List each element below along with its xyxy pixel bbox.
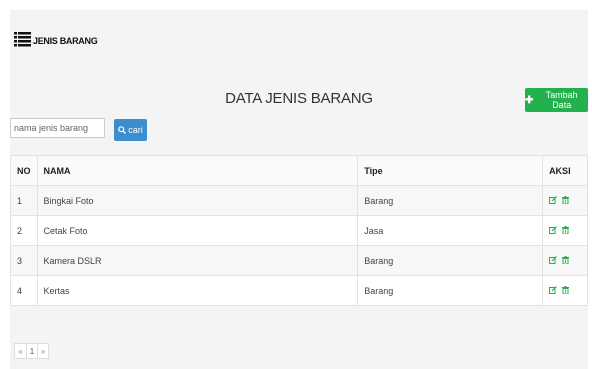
table-row: 1 Bingkai Foto Barang [10,185,588,216]
add-data-button[interactable]: ✚ Tambah Data [525,88,588,112]
trash-icon[interactable] [562,195,570,204]
cell-nama: Cetak Foto [36,215,359,246]
cell-nama: Bingkai Foto [36,185,359,216]
trash-icon[interactable] [562,225,570,234]
cell-tipe: Jasa [357,215,544,246]
cell-aksi [542,215,588,246]
column-header-nama: NAMA [36,155,359,186]
plus-icon: ✚ [525,94,534,106]
header-title: JENIS BARANG [33,36,98,46]
pagination-next[interactable]: » [37,344,48,358]
column-header-tipe: Tipe [357,155,544,186]
cell-tipe: Barang [357,185,544,216]
add-data-label: Tambah Data [545,90,578,110]
table-header-row: NO NAMA Tipe AKSI [10,155,588,186]
column-header-aksi: AKSI [542,155,588,186]
edit-icon[interactable] [549,285,557,294]
pagination-page-1[interactable]: 1 [26,344,37,358]
cell-no: 1 [10,185,38,216]
page-title: DATA JENIS BARANG [225,90,373,107]
table-row: 2 Cetak Foto Jasa [10,215,588,246]
cell-aksi [542,245,588,276]
search-button[interactable]: cari [114,119,147,141]
pagination: « 1 » [14,343,49,359]
cell-aksi [542,185,588,216]
search-input[interactable] [10,118,105,138]
search-button-label: cari [128,125,143,135]
cell-nama: Kertas [36,275,359,306]
cell-tipe: Barang [357,275,544,306]
edit-icon[interactable] [549,195,557,204]
column-header-no: NO [10,155,38,186]
edit-icon[interactable] [549,255,557,264]
table-row: 3 Kamera DSLR Barang [10,245,588,276]
edit-icon[interactable] [549,225,557,234]
content-panel: JENIS BARANG DATA JENIS BARANG ✚ Tambah … [10,10,588,369]
search-icon [118,126,127,134]
jenis-barang-table: NO NAMA Tipe AKSI 1 Bingkai Foto Barang [10,155,588,306]
list-icon [14,32,31,47]
cell-tipe: Barang [357,245,544,276]
cell-no: 2 [10,215,38,246]
table-row: 4 Kertas Barang [10,275,588,306]
pagination-prev[interactable]: « [15,344,26,358]
cell-no: 4 [10,275,38,306]
cell-nama: Kamera DSLR [36,245,359,276]
trash-icon[interactable] [562,255,570,264]
page-header: JENIS BARANG [14,27,98,47]
cell-aksi [542,275,588,306]
cell-no: 3 [10,245,38,276]
trash-icon[interactable] [562,285,570,294]
